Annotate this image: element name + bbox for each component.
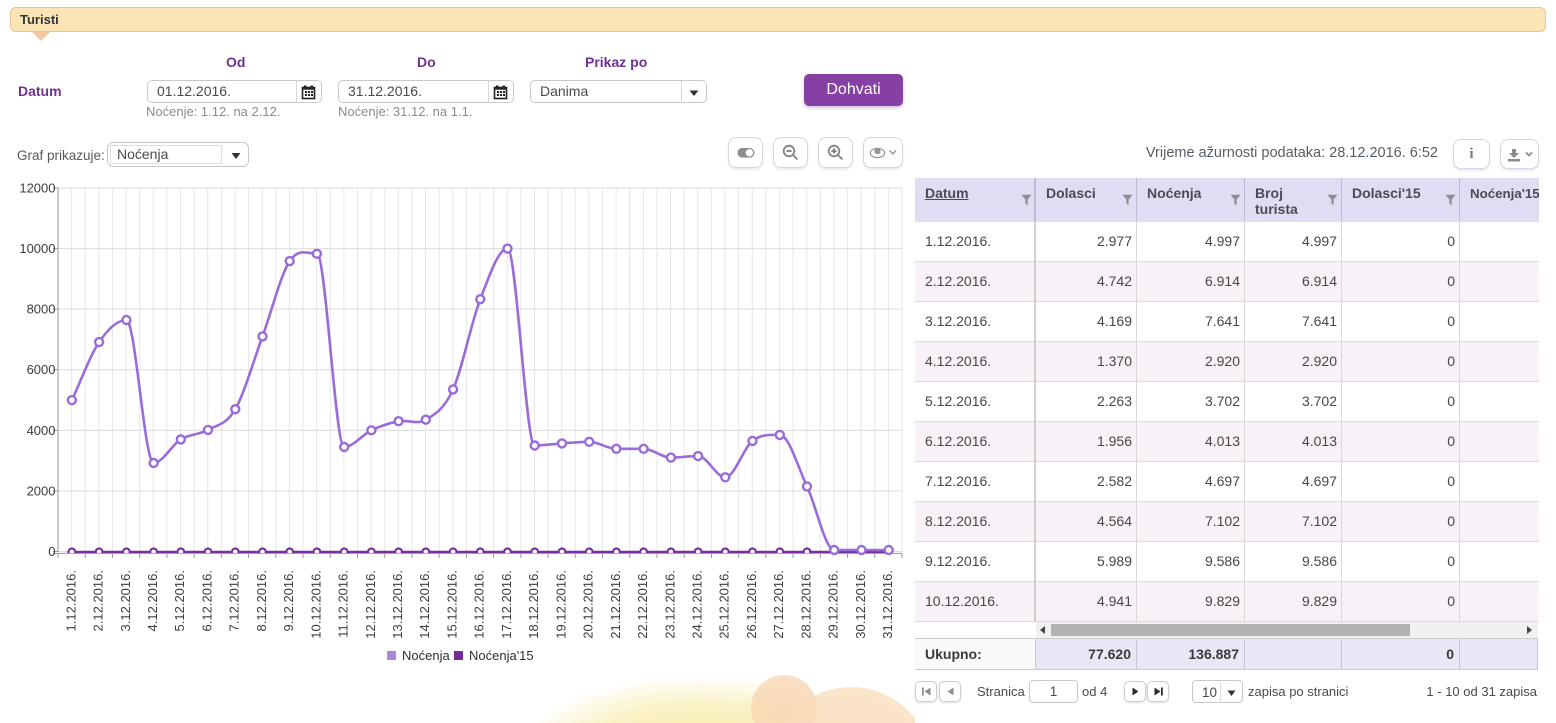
svg-text:14.12.2016.: 14.12.2016.: [417, 570, 432, 639]
svg-text:28.12.2016.: 28.12.2016.: [798, 570, 813, 639]
svg-text:4.12.2016.: 4.12.2016.: [145, 570, 160, 631]
svg-text:1.12.2016.: 1.12.2016.: [63, 570, 78, 631]
svg-text:12.12.2016.: 12.12.2016.: [363, 570, 378, 639]
svg-text:23.12.2016.: 23.12.2016.: [662, 570, 677, 639]
svg-text:0: 0: [48, 544, 55, 559]
svg-text:10.12.2016.: 10.12.2016.: [308, 570, 323, 639]
svg-text:15.12.2016.: 15.12.2016.: [445, 570, 460, 639]
svg-text:16.12.2016.: 16.12.2016.: [472, 570, 487, 639]
svg-text:6000: 6000: [27, 362, 56, 377]
svg-text:30.12.2016.: 30.12.2016.: [853, 570, 868, 639]
svg-text:20.12.2016.: 20.12.2016.: [581, 570, 596, 639]
svg-text:8000: 8000: [27, 302, 56, 317]
svg-text:17.12.2016.: 17.12.2016.: [499, 570, 514, 639]
svg-text:25.12.2016.: 25.12.2016.: [717, 570, 732, 639]
svg-text:22.12.2016.: 22.12.2016.: [635, 570, 650, 639]
svg-text:18.12.2016.: 18.12.2016.: [526, 570, 541, 639]
svg-text:10000: 10000: [19, 241, 55, 256]
svg-text:12000: 12000: [19, 181, 55, 196]
svg-text:3.12.2016.: 3.12.2016.: [118, 570, 133, 631]
svg-text:19.12.2016.: 19.12.2016.: [553, 570, 568, 639]
svg-text:26.12.2016.: 26.12.2016.: [744, 570, 759, 639]
svg-text:27.12.2016.: 27.12.2016.: [771, 570, 786, 639]
svg-text:Noćenja'15: Noćenja'15: [469, 648, 534, 663]
svg-text:21.12.2016.: 21.12.2016.: [608, 570, 623, 639]
svg-text:4000: 4000: [27, 423, 56, 438]
svg-text:Noćenja: Noćenja: [402, 648, 450, 663]
svg-text:13.12.2016.: 13.12.2016.: [390, 570, 405, 639]
svg-text:8.12.2016.: 8.12.2016.: [254, 570, 269, 631]
svg-text:6.12.2016.: 6.12.2016.: [199, 570, 214, 631]
svg-text:29.12.2016.: 29.12.2016.: [826, 570, 841, 639]
svg-text:31.12.2016.: 31.12.2016.: [880, 570, 895, 639]
svg-text:2.12.2016.: 2.12.2016.: [91, 570, 106, 631]
svg-text:2000: 2000: [27, 483, 56, 498]
svg-text:5.12.2016.: 5.12.2016.: [172, 570, 187, 631]
svg-text:9.12.2016.: 9.12.2016.: [281, 570, 296, 631]
svg-text:24.12.2016.: 24.12.2016.: [690, 570, 705, 639]
svg-text:7.12.2016.: 7.12.2016.: [227, 570, 242, 631]
svg-text:11.12.2016.: 11.12.2016.: [336, 570, 351, 638]
